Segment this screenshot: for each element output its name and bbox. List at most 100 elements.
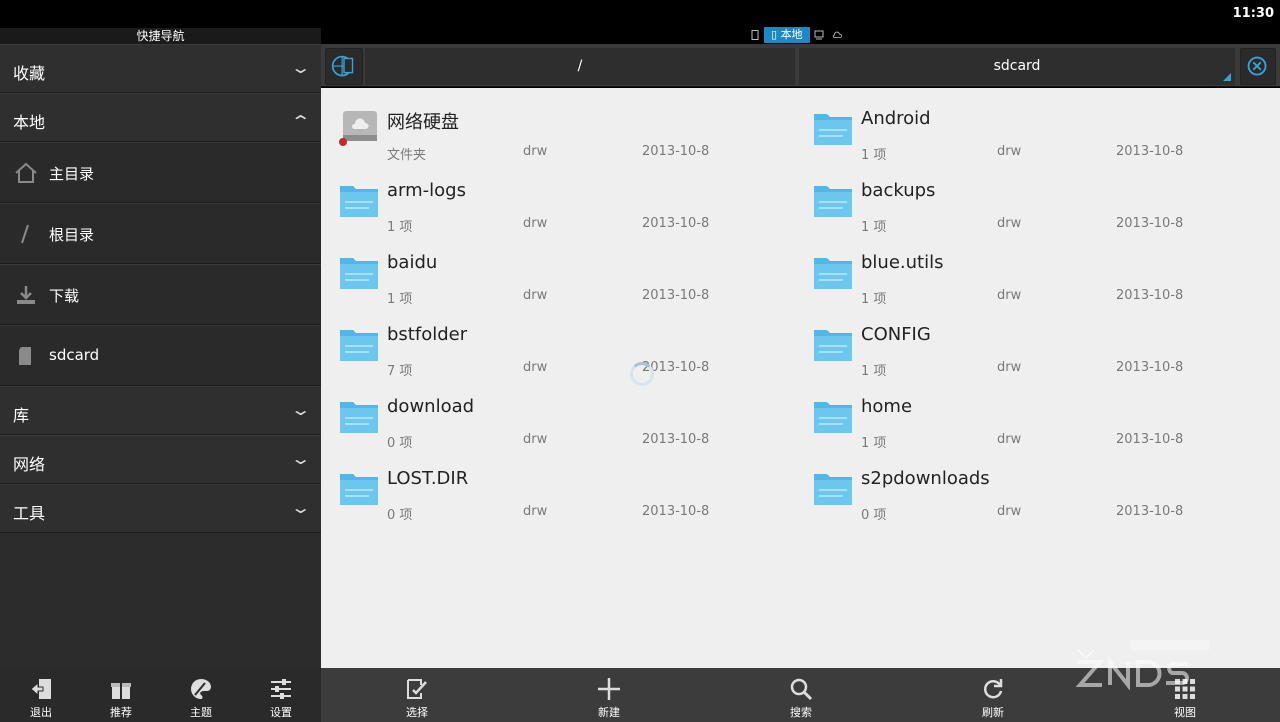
file-permissions: drw [997, 432, 1022, 447]
file-date: 2013-10-8 [642, 144, 710, 159]
computer-icon[interactable] [814, 30, 824, 40]
file-date: 2013-10-8 [642, 432, 710, 447]
recommend-button[interactable]: 推荐 [91, 668, 151, 722]
file-permissions: drw [997, 504, 1022, 519]
file-permissions: drw [523, 144, 548, 159]
file-item-count: 0 项 [861, 508, 887, 523]
refresh-label: 刷新 [982, 706, 1004, 719]
section-label: 工具 [13, 504, 46, 523]
breadcrumb-root[interactable]: / [365, 48, 795, 85]
file-name: 网络硬盘 [387, 112, 459, 133]
file-permissions: drw [523, 432, 548, 447]
sidebar-item-download[interactable]: 下载 [0, 264, 321, 325]
file-list-item[interactable]: 网络硬盘 文件夹 drw 2013-10-8 [321, 88, 791, 163]
file-list-item[interactable]: download 0 项 drw 2013-10-8 [321, 376, 791, 451]
chevron-down-icon: ⌄ [289, 449, 312, 468]
folder-icon [339, 180, 379, 218]
left-toolbar: 退出 推荐 主题 设置 [0, 668, 321, 722]
file-name: arm-logs [387, 180, 466, 201]
section-tools[interactable]: 工具 ⌄ [0, 484, 321, 533]
file-date: 2013-10-8 [1116, 360, 1184, 375]
plus-icon [598, 678, 620, 700]
file-list-item[interactable]: CONFIG 1 项 drw 2013-10-8 [795, 304, 1265, 379]
select-button[interactable]: 选择 [387, 668, 447, 722]
sidebar-item-label: sdcard [49, 346, 100, 364]
folder-icon [339, 396, 379, 434]
exit-icon [30, 679, 51, 699]
refresh-icon [983, 679, 1003, 699]
section-library[interactable]: 库 ⌄ [0, 386, 321, 435]
section-local[interactable]: 本地 ⌃ [0, 93, 321, 142]
search-button[interactable]: 搜索 [771, 668, 831, 722]
folder-icon [813, 324, 853, 362]
phone-icon[interactable] [750, 30, 760, 40]
status-bar: 11:30 [0, 0, 1280, 28]
file-list-item[interactable]: bstfolder 7 项 drw 2013-10-8 [321, 304, 791, 379]
folder-icon [813, 108, 853, 146]
cloud-drive-icon [339, 108, 379, 146]
breadcrumb-current[interactable]: sdcard [799, 48, 1235, 85]
gift-icon [111, 683, 131, 699]
file-date: 2013-10-8 [1116, 216, 1184, 231]
file-permissions: drw [523, 360, 548, 375]
file-list-item[interactable]: s2pdownloads 0 项 drw 2013-10-8 [795, 448, 1265, 523]
file-name: CONFIG [861, 324, 931, 345]
file-name: Android [861, 108, 931, 129]
file-list-item[interactable]: arm-logs 1 项 drw 2013-10-8 [321, 160, 791, 235]
loading-spinner [630, 362, 654, 386]
sidebar-item-label: 下载 [49, 287, 80, 305]
settings-button[interactable]: 设置 [251, 668, 311, 722]
theme-label: 主题 [190, 706, 212, 719]
section-network[interactable]: 网络 ⌄ [0, 435, 321, 484]
new-button[interactable]: 新建 [579, 668, 639, 722]
file-permissions: drw [523, 288, 548, 303]
sidebar-item-sdcard[interactable]: sdcard [0, 325, 321, 386]
search-icon [790, 678, 813, 701]
file-list-item[interactable]: home 1 项 drw 2013-10-8 [795, 376, 1265, 451]
location-switch-button[interactable] [325, 48, 363, 85]
sidebar-item-home[interactable]: 主目录 [0, 142, 321, 203]
file-list-item[interactable]: blue.utils 1 项 drw 2013-10-8 [795, 232, 1265, 307]
section-label: 库 [13, 406, 30, 425]
sidebar-item-root[interactable]: 根目录 [0, 203, 321, 264]
cloud-icon[interactable] [832, 30, 842, 40]
close-path-button[interactable] [1240, 48, 1276, 85]
select-label: 选择 [406, 706, 428, 719]
file-date: 2013-10-8 [1116, 432, 1184, 447]
dropdown-corner-icon [1223, 73, 1231, 81]
file-list: 网络硬盘 文件夹 drw 2013-10-8 Android 1 项 drw 2013-10-… [321, 88, 1280, 668]
tab-local-label: 本地 [780, 28, 803, 41]
file-list-item[interactable]: Android 1 项 drw 2013-10-8 [795, 88, 1265, 163]
file-permissions: drw [997, 144, 1022, 159]
file-name: blue.utils [861, 252, 944, 273]
new-label: 新建 [598, 706, 620, 719]
tab-local[interactable]: ▯ 本地 [764, 27, 810, 43]
theme-button[interactable]: 主题 [171, 668, 231, 722]
clock: 11:30 [1232, 6, 1274, 21]
folder-icon [339, 468, 379, 506]
exit-button[interactable]: 退出 [11, 668, 71, 722]
file-list-item[interactable]: baidu 1 项 drw 2013-10-8 [321, 232, 791, 307]
file-name: LOST.DIR [387, 468, 469, 489]
folder-icon [339, 324, 379, 362]
file-date: 2013-10-8 [642, 504, 710, 519]
znds-watermark-logo [1075, 640, 1210, 690]
settings-label: 设置 [270, 706, 292, 719]
chevron-down-icon: ⌄ [289, 58, 312, 77]
file-permissions: drw [997, 288, 1022, 303]
location-tabs: ▯ 本地 [746, 27, 846, 43]
globe-device-icon [331, 55, 354, 77]
file-list-item[interactable]: LOST.DIR 0 项 drw 2013-10-8 [321, 448, 791, 523]
folder-icon [813, 252, 853, 290]
home-icon [15, 162, 37, 183]
file-list-item[interactable]: backups 1 项 drw 2013-10-8 [795, 160, 1265, 235]
refresh-button[interactable]: 刷新 [963, 668, 1023, 722]
file-date: 2013-10-8 [642, 216, 710, 231]
sidebar: 快捷导航 收藏 ⌄ 本地 ⌃ 主目录 根目录 下载 sdcard 库 ⌄ 网络 … [0, 28, 321, 668]
section-favorites[interactable]: 收藏 ⌄ [0, 44, 321, 93]
chevron-down-icon: ⌄ [289, 498, 312, 517]
sliders-icon [271, 679, 291, 699]
sidebar-item-label: 根目录 [49, 226, 95, 244]
slash-icon [21, 224, 29, 244]
file-permissions: drw [997, 360, 1022, 375]
